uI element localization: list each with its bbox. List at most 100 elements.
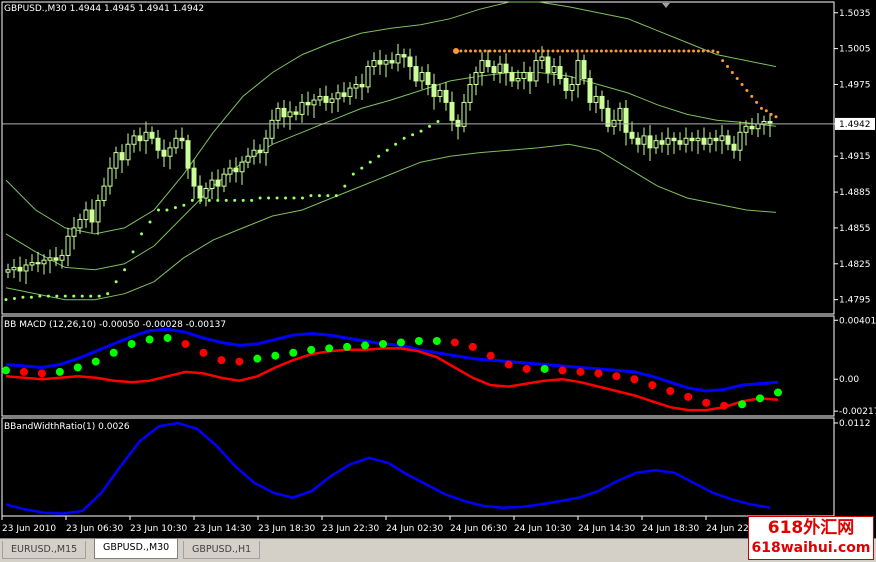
macd-dot-falling: [468, 342, 477, 351]
chart-canvas: 1.5035 1.5005 1.4975 1.4942 1.4915 1.4885 1.48…: [1, 1, 876, 534]
sar-dot-bearish: [464, 49, 468, 53]
macd-dot-rising: [379, 339, 388, 348]
macd-dot-falling: [612, 372, 621, 381]
sar-dot-bearish: [648, 49, 652, 53]
sar-dot-bearish: [498, 49, 502, 53]
sar-dot-bullish: [241, 198, 245, 202]
macd-dot-falling: [558, 366, 567, 375]
candle-body: [95, 199, 101, 223]
candle-body: [521, 72, 527, 80]
sar-dot-bullish: [360, 166, 364, 170]
sar-dot-bullish: [55, 294, 59, 298]
candle-body: [221, 173, 227, 187]
tab-gbpusd-m30[interactable]: GBPUSD.,M30: [94, 539, 179, 559]
candle-body: [611, 119, 617, 127]
macd-dot-falling: [504, 360, 513, 369]
sar-dot-bullish: [317, 194, 321, 198]
candle-body: [149, 131, 155, 139]
candle-body: [347, 87, 353, 97]
sar-dot-bearish: [551, 49, 555, 53]
sar-dot-bearish: [566, 49, 570, 53]
candle-body: [131, 135, 137, 145]
candle-body: [173, 137, 179, 149]
sar-dot-bullish: [419, 129, 423, 133]
candle-body: [665, 137, 671, 145]
sar-dot-bearish: [532, 49, 536, 53]
sar-dot-bearish: [764, 109, 768, 113]
candle-body: [107, 167, 113, 187]
candle-body: [197, 185, 203, 199]
watermark-line1: 618外汇网: [767, 518, 855, 538]
candle-body: [557, 66, 563, 80]
sar-dot-bearish: [629, 49, 633, 53]
macd-dot-falling: [37, 369, 46, 378]
macd-dot-falling: [199, 348, 208, 357]
candle-body: [491, 66, 497, 74]
candle-body: [29, 262, 35, 266]
sar-dot-bearish: [716, 50, 720, 54]
macd-dot-rising: [325, 344, 334, 353]
candle-body: [281, 107, 287, 118]
candle-body: [251, 149, 257, 157]
tab-eurusd-m15[interactable]: EURUSD.,M15: [2, 541, 87, 559]
time-axis-label: 23 Jun 10:30: [130, 524, 187, 534]
sar-dot-bullish: [267, 196, 271, 200]
sar-dot-bearish: [599, 49, 603, 53]
sar-dot-bullish: [377, 154, 381, 158]
sar-dot-bullish: [394, 142, 398, 146]
macd-dot-rising: [127, 339, 136, 348]
sar-dot-bullish: [216, 198, 220, 202]
sar-dot-bullish: [38, 294, 42, 298]
candle-body: [203, 187, 209, 199]
main-chart-header: GBPUSD.,M30 1.4944 1.4945 1.4941 1.4942: [4, 4, 205, 14]
time-axis-label: 24 Jun 06:30: [450, 524, 507, 534]
watermark-line2: 618waihui.com: [751, 540, 871, 556]
sar-dot-bearish: [682, 49, 686, 53]
sar-dot-bullish: [411, 133, 415, 137]
candle-body: [371, 60, 377, 68]
sar-dot-bullish: [46, 294, 50, 298]
candle-body: [623, 107, 629, 133]
sar-dot-bullish: [233, 198, 237, 202]
candle-body: [725, 135, 731, 145]
macd-dot-rising: [289, 348, 298, 357]
candle-body: [83, 209, 89, 221]
candle-body: [689, 137, 695, 142]
sar-dot-bearish: [755, 100, 759, 104]
sar-dot-bullish: [199, 198, 203, 202]
candle-body: [59, 254, 65, 261]
candle-body: [737, 131, 743, 151]
sar-dot-bearish: [658, 49, 662, 53]
macd-dot-falling: [648, 381, 657, 390]
sar-dot-bearish: [512, 49, 516, 53]
macd-dot-rising: [414, 337, 423, 345]
candle-body: [77, 219, 83, 229]
sar-dot-bullish: [89, 294, 93, 298]
sar-dot-bearish: [692, 49, 696, 53]
candle-body: [683, 137, 689, 145]
tab-gbpusd-h1[interactable]: GBPUSD.,H1: [183, 541, 261, 559]
sar-dot-bullish: [258, 196, 262, 200]
candle-body: [713, 137, 719, 142]
candle-body: [155, 137, 161, 151]
sar-dot-bullish: [97, 294, 101, 298]
macd-dot-rising: [109, 348, 118, 357]
macd-dot-rising: [271, 351, 280, 360]
sar-dot-bearish: [483, 49, 487, 53]
candle-body: [659, 140, 665, 145]
candle-body: [389, 60, 395, 64]
candle-body: [323, 95, 329, 103]
price-axis-label: 1.4855: [839, 224, 871, 234]
macd-dot-rising: [756, 394, 765, 403]
chart-tab-bar: EURUSD.,M15 GBPUSD.,M30 GBPUSD.,H1: [0, 538, 876, 562]
candle-body: [341, 92, 347, 97]
candle-body: [641, 135, 647, 145]
macd-dot-rising: [91, 357, 100, 366]
candle-body: [335, 92, 341, 100]
time-axis-label: 24 Jun 14:30: [578, 524, 635, 534]
sar-dot-bearish: [522, 49, 526, 53]
macd-dot-falling: [720, 401, 729, 410]
candle-body: [407, 56, 413, 68]
candle-body: [575, 60, 581, 85]
sar-dot-bearish: [585, 49, 589, 53]
